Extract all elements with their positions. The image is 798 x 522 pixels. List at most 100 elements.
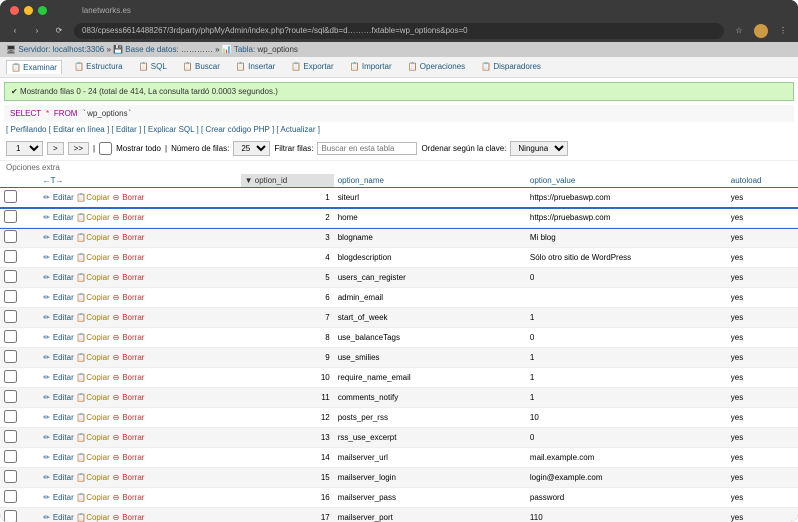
cell-name[interactable]: mailserver_port (334, 508, 526, 522)
cell-autoload[interactable]: yes (727, 208, 798, 228)
edit-link[interactable]: ✏ Editar (43, 513, 74, 522)
tab-disparadores[interactable]: 📋 Disparadores (477, 60, 545, 74)
edit-link[interactable]: ✏ Editar (43, 373, 74, 382)
cell-name[interactable]: comments_notify (334, 388, 526, 408)
tab-insertar[interactable]: 📋 Insertar (232, 60, 279, 74)
copy-link[interactable]: 📋 Copiar (76, 493, 110, 502)
row-check[interactable] (4, 470, 17, 483)
tab-operaciones[interactable]: 📋 Operaciones (404, 60, 470, 74)
delete-link[interactable]: ⊖ Borrar (112, 393, 144, 402)
row-check[interactable] (4, 190, 17, 203)
delete-link[interactable]: ⊖ Borrar (112, 293, 144, 302)
row-check[interactable] (4, 310, 17, 323)
cell-id[interactable]: 16 (241, 488, 334, 508)
row-check[interactable] (4, 330, 17, 343)
copy-link[interactable]: 📋 Copiar (76, 333, 110, 342)
cell-autoload[interactable]: yes (727, 328, 798, 348)
copy-link[interactable]: 📋 Copiar (76, 353, 110, 362)
row-check[interactable] (4, 290, 17, 303)
cell-name[interactable]: admin_email (334, 288, 526, 308)
delete-link[interactable]: ⊖ Borrar (112, 473, 144, 482)
avatar[interactable] (754, 24, 768, 38)
row-check[interactable] (4, 250, 17, 263)
cell-autoload[interactable]: yes (727, 268, 798, 288)
cell-id[interactable]: 6 (241, 288, 334, 308)
next-page[interactable]: > (47, 142, 64, 155)
crumb-table-label[interactable]: Tabla: (234, 45, 255, 54)
forward-icon[interactable]: › (30, 24, 44, 38)
cell-autoload[interactable]: yes (727, 228, 798, 248)
star-icon[interactable]: ☆ (732, 24, 746, 38)
crumb-server[interactable]: Servidor: localhost:3306 (18, 45, 104, 54)
delete-link[interactable]: ⊖ Borrar (112, 213, 144, 222)
edit-link[interactable]: ✏ Editar (43, 313, 74, 322)
copy-link[interactable]: 📋 Copiar (76, 433, 110, 442)
filter-input[interactable] (317, 142, 417, 155)
minimize-icon[interactable] (24, 6, 33, 15)
maximize-icon[interactable] (38, 6, 47, 15)
row-check[interactable] (4, 490, 17, 503)
cell-value[interactable]: 110 (526, 508, 727, 522)
cell-autoload[interactable]: yes (727, 428, 798, 448)
cell-value[interactable]: 1 (526, 388, 727, 408)
cell-name[interactable]: blogdescription (334, 248, 526, 268)
delete-link[interactable]: ⊖ Borrar (112, 353, 144, 362)
cell-name[interactable]: blogname (334, 228, 526, 248)
tab-importar[interactable]: 📋 Importar (346, 60, 396, 74)
cell-autoload[interactable]: yes (727, 508, 798, 522)
cell-autoload[interactable]: yes (727, 448, 798, 468)
tab-exportar[interactable]: 📋 Exportar (287, 60, 337, 74)
cell-name[interactable]: use_smilies (334, 348, 526, 368)
cell-id[interactable]: 13 (241, 428, 334, 448)
cell-name[interactable]: home (334, 208, 526, 228)
row-check[interactable] (4, 350, 17, 363)
cell-value[interactable]: login@example.com (526, 468, 727, 488)
cell-id[interactable]: 15 (241, 468, 334, 488)
url-bar[interactable]: 083/cpsess6614488267/3rdparty/phpMyAdmin… (74, 23, 724, 39)
edit-link[interactable]: ✏ Editar (43, 473, 74, 482)
cell-value[interactable]: 10 (526, 408, 727, 428)
delete-link[interactable]: ⊖ Borrar (112, 233, 144, 242)
delete-link[interactable]: ⊖ Borrar (112, 433, 144, 442)
cell-value[interactable]: password (526, 488, 727, 508)
cell-autoload[interactable]: yes (727, 388, 798, 408)
edit-link[interactable]: ✏ Editar (43, 193, 74, 202)
cell-autoload[interactable]: yes (727, 348, 798, 368)
cell-id[interactable]: 5 (241, 268, 334, 288)
row-check[interactable] (4, 450, 17, 463)
delete-link[interactable]: ⊖ Borrar (112, 253, 144, 262)
copy-link[interactable]: 📋 Copiar (76, 453, 110, 462)
extra-options[interactable]: Opciones extra (0, 161, 798, 174)
edit-link[interactable]: ✏ Editar (43, 393, 74, 402)
cell-value[interactable]: 1 (526, 348, 727, 368)
cell-value[interactable]: 0 (526, 268, 727, 288)
row-check[interactable] (4, 270, 17, 283)
delete-link[interactable]: ⊖ Borrar (112, 273, 144, 282)
cell-id[interactable]: 4 (241, 248, 334, 268)
back-icon[interactable]: ‹ (8, 24, 22, 38)
delete-link[interactable]: ⊖ Borrar (112, 193, 144, 202)
cell-autoload[interactable]: yes (727, 188, 798, 208)
cell-id[interactable]: 3 (241, 228, 334, 248)
menu-icon[interactable]: ⋮ (776, 24, 790, 38)
copy-link[interactable]: 📋 Copiar (76, 213, 110, 222)
sort-select[interactable]: Ninguna (510, 141, 568, 156)
cell-value[interactable]: Mi blog (526, 228, 727, 248)
row-check[interactable] (4, 430, 17, 443)
cell-autoload[interactable]: yes (727, 368, 798, 388)
cell-id[interactable]: 11 (241, 388, 334, 408)
close-icon[interactable] (10, 6, 19, 15)
cell-name[interactable]: start_of_week (334, 308, 526, 328)
last-page[interactable]: >> (68, 142, 89, 155)
edit-link[interactable]: ✏ Editar (43, 233, 74, 242)
cell-name[interactable]: mailserver_url (334, 448, 526, 468)
edit-link[interactable]: ✏ Editar (43, 413, 74, 422)
delete-link[interactable]: ⊖ Borrar (112, 313, 144, 322)
cell-id[interactable]: 10 (241, 368, 334, 388)
cell-name[interactable]: mailserver_login (334, 468, 526, 488)
tab-buscar[interactable]: 📋 Buscar (179, 60, 224, 74)
cell-autoload[interactable]: yes (727, 408, 798, 428)
copy-link[interactable]: 📋 Copiar (76, 273, 110, 282)
reload-icon[interactable]: ⟳ (52, 24, 66, 38)
cell-value[interactable]: mail.example.com (526, 448, 727, 468)
